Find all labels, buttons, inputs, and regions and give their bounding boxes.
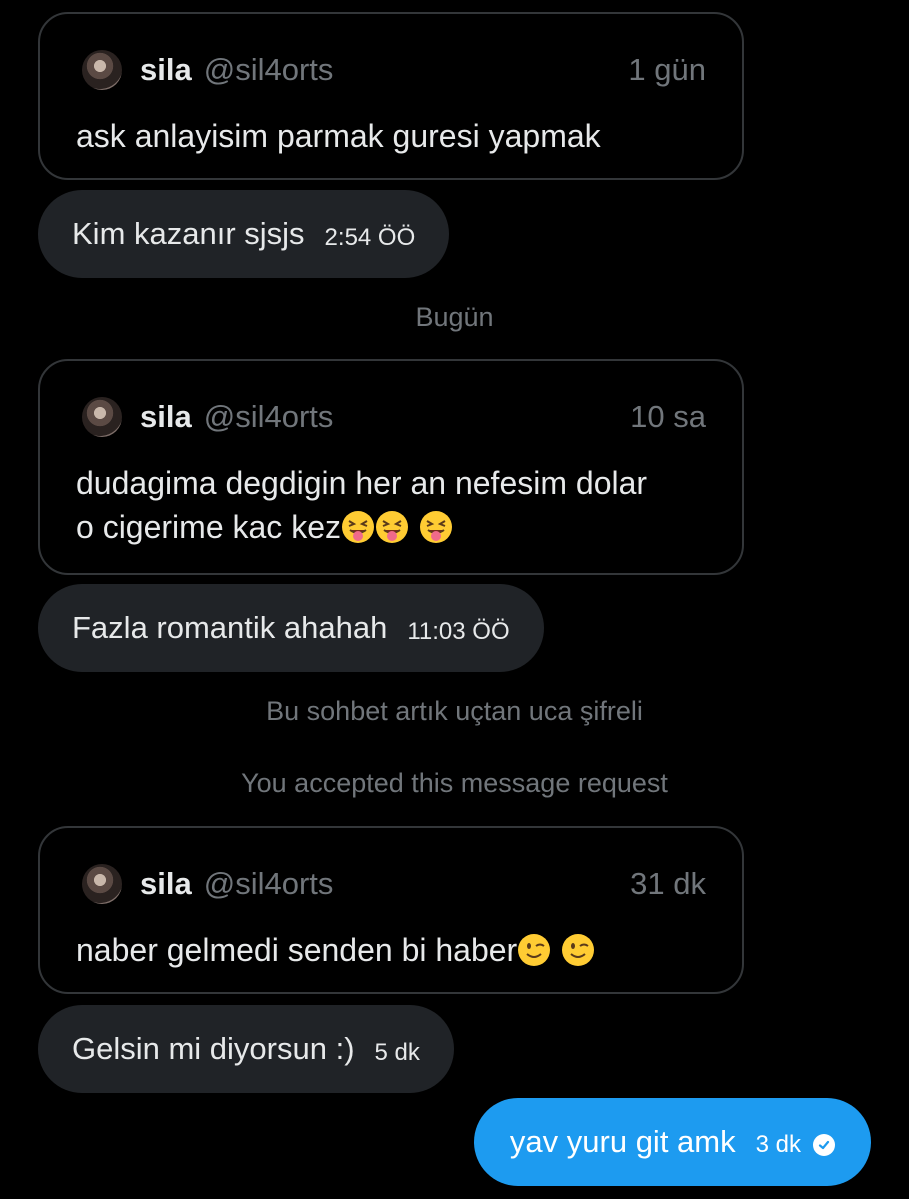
quoted-post-card[interactable]: sila @sil4orts 31 dk naber gelmedi sende… — [38, 826, 744, 994]
post-time: 1 gün — [628, 52, 706, 87]
avatar — [82, 864, 122, 904]
post-time: 10 sa — [630, 399, 706, 434]
winking-face-emoji-icon — [518, 934, 551, 966]
quoted-post-text: naber gelmedi senden bi haber — [76, 928, 706, 972]
quoted-post-text: dudagima degdigin her an nefesim dolar o… — [76, 461, 706, 549]
avatar — [82, 50, 122, 90]
author-name: sila — [140, 52, 192, 87]
incoming-message-bubble[interactable]: Kim kazanır sjsjs 2:54 ÖÖ — [38, 190, 450, 278]
quoted-post-line: dudagima degdigin her an nefesim dolar — [76, 465, 648, 501]
incoming-message-bubble[interactable]: Gelsin mi diyorsun :) 5 dk — [38, 1005, 454, 1093]
author-name: sila — [140, 866, 192, 901]
post-time: 31 dk — [630, 866, 706, 901]
message-time: 2:54 ÖÖ — [324, 224, 416, 251]
avatar — [82, 397, 122, 437]
quoted-post-card[interactable]: sila @sil4orts 1 gün ask anlayisim parma… — [38, 12, 744, 180]
message-time: 3 dk — [755, 1131, 801, 1158]
quoted-post-header: sila @sil4orts 10 sa — [76, 397, 706, 437]
outgoing-message-bubble[interactable]: yav yuru git amk 3 dk — [473, 1098, 871, 1186]
quoted-post-line: o cigerime kac kez — [76, 505, 706, 549]
message-request-notice: You accepted this message request — [241, 768, 668, 798]
message-text: Fazla romantik ahahah — [72, 610, 388, 645]
quoted-post-header: sila @sil4orts 1 gün — [76, 50, 706, 90]
incoming-message-bubble[interactable]: Fazla romantik ahahah 11:03 ÖÖ — [38, 584, 544, 672]
quoted-post-line-text: naber gelmedi senden bi haber — [76, 932, 518, 968]
quoted-post-text: ask anlayisim parmak guresi yapmak — [76, 118, 601, 154]
squinting-tongue-emoji-icon — [375, 511, 408, 543]
day-separator: Bugün — [415, 302, 494, 332]
quoted-post-line-text: o cigerime kac kez — [76, 509, 341, 545]
message-time: 5 dk — [374, 1039, 420, 1066]
author-name: sila — [140, 399, 192, 434]
message-text: yav yuru git amk — [509, 1124, 736, 1159]
winking-face-emoji-icon — [562, 934, 595, 966]
squinting-tongue-emoji-icon — [419, 511, 452, 543]
check-circle-icon — [813, 1134, 835, 1156]
author-handle: @sil4orts — [203, 399, 334, 434]
author-handle: @sil4orts — [203, 52, 334, 87]
message-time: 11:03 ÖÖ — [407, 618, 510, 645]
quoted-post-card[interactable]: sila @sil4orts 10 sa dudagima degdigin h… — [38, 359, 744, 575]
encryption-notice: Bu sohbet artık uçtan uca şifreli — [266, 696, 643, 726]
message-text: Gelsin mi diyorsun :) — [72, 1031, 355, 1066]
quoted-post-header: sila @sil4orts 31 dk — [76, 864, 706, 904]
squinting-tongue-emoji-icon — [341, 511, 374, 543]
message-text: Kim kazanır sjsjs — [72, 216, 305, 251]
author-handle: @sil4orts — [203, 866, 334, 901]
chat-thread: sila @sil4orts 1 gün ask anlayisim parma… — [0, 0, 909, 1199]
